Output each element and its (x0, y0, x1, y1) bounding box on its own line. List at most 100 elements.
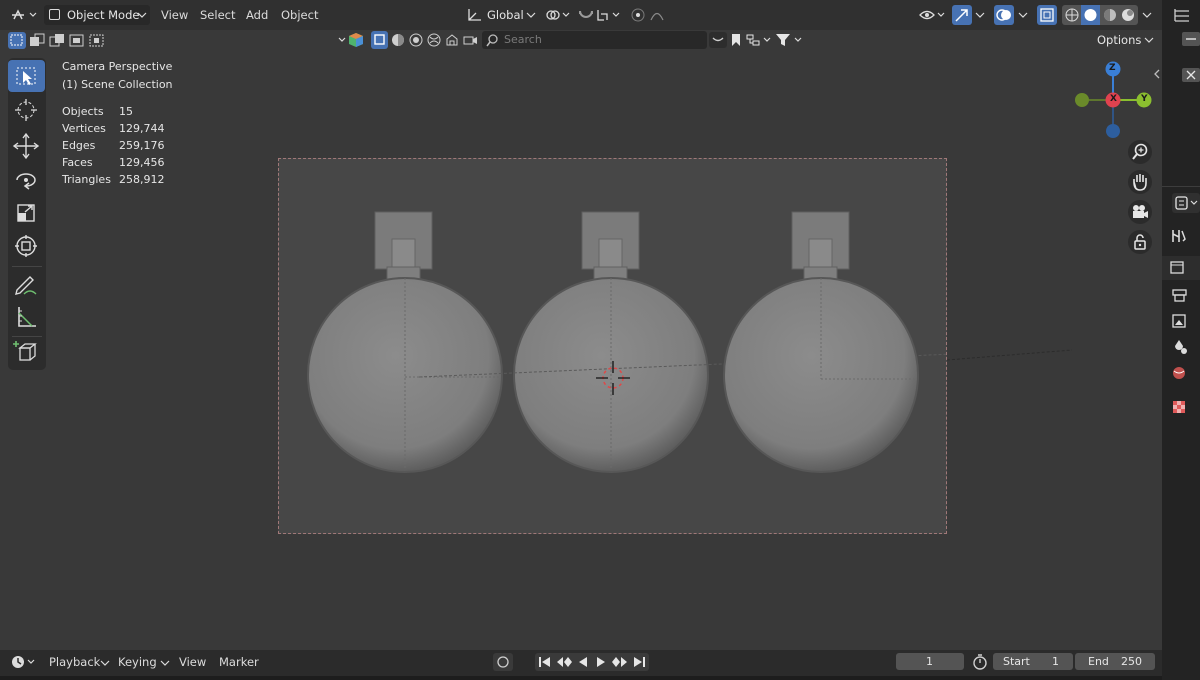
outliner-toggle[interactable] (1182, 32, 1200, 46)
jump-to-start-icon[interactable] (538, 656, 552, 668)
editor-type-icon (12, 9, 37, 20)
light-icon[interactable] (444, 32, 460, 48)
select-subtract-icon[interactable] (48, 32, 66, 49)
transform-orientation-dropdown[interactable]: Global (463, 5, 539, 25)
pivot-point-dropdown[interactable] (544, 5, 572, 25)
current-frame-field[interactable]: 1 (896, 653, 964, 670)
tool-measure[interactable] (8, 301, 45, 333)
menu-view[interactable]: View (161, 8, 188, 22)
camera-view-button[interactable] (1128, 200, 1152, 224)
chevron-down-icon[interactable] (1142, 11, 1152, 19)
world-properties-icon[interactable] (1170, 364, 1190, 382)
stat-label-faces: Faces (62, 156, 93, 169)
search-field[interactable]: Search (482, 31, 707, 49)
world-icon[interactable] (426, 32, 442, 48)
collection-name: (1) Scene Collection (62, 78, 173, 91)
tool-annotate[interactable] (8, 268, 45, 300)
next-keyframe-icon[interactable] (611, 656, 629, 668)
zoom-button[interactable] (1128, 140, 1152, 164)
rendered-shading-icon[interactable] (1120, 7, 1136, 23)
tool-scale[interactable] (8, 197, 45, 229)
tool-transform[interactable] (8, 230, 45, 262)
lock-camera-button[interactable] (1128, 230, 1152, 254)
chevron-down-icon[interactable] (160, 659, 170, 667)
gizmo-z-label: Z (1109, 63, 1116, 73)
stat-label-vertices: Vertices (62, 122, 106, 135)
prev-keyframe-icon[interactable] (555, 656, 573, 668)
mesh-sphere-icon[interactable] (390, 32, 406, 48)
select-new-button[interactable] (8, 32, 26, 49)
filter-toolbar-icons[interactable] (708, 31, 808, 49)
search-placeholder: Search (504, 33, 542, 46)
scene-properties-icon[interactable] (1170, 338, 1190, 356)
start-frame-field[interactable]: Start 1 (993, 653, 1073, 670)
visibility-dropdown[interactable] (918, 5, 948, 25)
view-layer-icon[interactable] (1170, 312, 1190, 330)
render-camera-icon (1170, 261, 1184, 274)
menu-keying[interactable]: Keying (118, 655, 157, 669)
measure-ruler-icon (18, 307, 36, 327)
outliner-menu-icon[interactable] (1172, 6, 1192, 24)
use-preview-range[interactable] (970, 653, 990, 671)
options-dropdown[interactable]: Options (1090, 30, 1156, 49)
tool-properties-icon[interactable] (1169, 227, 1189, 245)
gizmo-x-label: X (1110, 94, 1117, 104)
stat-value-triangles: 258,912 (119, 173, 165, 186)
menu-timeline-view[interactable]: View (179, 655, 206, 669)
3d-viewport[interactable]: Search Options Camera Perspective (1) Sc… (0, 30, 1162, 650)
menu-select[interactable]: Select (200, 8, 235, 22)
visibility-filter-icons (371, 31, 481, 49)
chevron-down-icon[interactable] (975, 11, 985, 19)
mode-dropdown[interactable]: Object Mode (44, 5, 150, 25)
jump-to-end-icon[interactable] (632, 656, 646, 668)
chevron-down-icon[interactable] (1018, 11, 1028, 19)
editor-type-button[interactable] (1172, 193, 1200, 213)
start-value: 1 (1052, 655, 1059, 668)
perfume-bottle[interactable] (723, 211, 919, 473)
overlays-toggle[interactable] (994, 5, 1014, 25)
play-icon[interactable] (594, 656, 608, 668)
end-frame-field[interactable]: End 250 (1075, 653, 1155, 670)
outliner-toggle[interactable] (1182, 68, 1200, 82)
mode-label: Object Mode (67, 8, 140, 22)
menu-add[interactable]: Add (246, 8, 268, 22)
texture-checker-icon[interactable] (1170, 398, 1190, 416)
render-properties-tab[interactable] (1162, 256, 1200, 280)
proportional-editing[interactable] (629, 5, 677, 25)
wireframe-shading-icon[interactable] (1064, 7, 1080, 23)
search-icon (486, 34, 498, 47)
timeline-editor-type[interactable] (8, 652, 38, 672)
material-icon[interactable] (408, 32, 424, 48)
menu-playback[interactable]: Playback (49, 655, 100, 669)
gizmo-toggle[interactable] (952, 5, 972, 25)
menu-marker[interactable]: Marker (219, 655, 259, 669)
xray-toggle[interactable] (1037, 5, 1057, 25)
perfume-bottle[interactable] (307, 211, 503, 473)
orientation-label: Global (487, 8, 524, 22)
chevron-down-icon[interactable] (100, 659, 110, 667)
tool-move[interactable] (8, 130, 45, 162)
menu-object[interactable]: Object (281, 8, 318, 22)
camera-filter-icon[interactable] (462, 32, 478, 48)
play-reverse-icon[interactable] (576, 656, 590, 668)
tool-select-box[interactable] (8, 60, 45, 92)
editor-type-dropdown[interactable] (8, 5, 40, 25)
tool-add-cube[interactable] (8, 336, 45, 368)
solid-shading-button[interactable] (1081, 5, 1100, 25)
select-extend-icon[interactable] (28, 32, 46, 49)
material-shading-icon[interactable] (1102, 7, 1118, 23)
tool-cursor[interactable] (8, 94, 45, 126)
stat-value-edges: 259,176 (119, 139, 165, 152)
select-intersect-icon[interactable] (88, 32, 106, 49)
pan-button[interactable] (1128, 170, 1152, 194)
collapse-sidebar-icon[interactable] (1152, 68, 1162, 80)
record-circle-icon (497, 656, 509, 668)
snapping-dropdown[interactable] (576, 5, 624, 25)
output-printer-icon[interactable] (1170, 286, 1190, 304)
auto-keying-button[interactable] (493, 653, 513, 671)
tool-rotate[interactable] (8, 164, 45, 196)
object-type-filter[interactable] (336, 30, 372, 50)
select-invert-icon[interactable] (68, 32, 86, 49)
chevron-down-icon (137, 12, 147, 18)
filter-object-button[interactable] (371, 31, 388, 49)
